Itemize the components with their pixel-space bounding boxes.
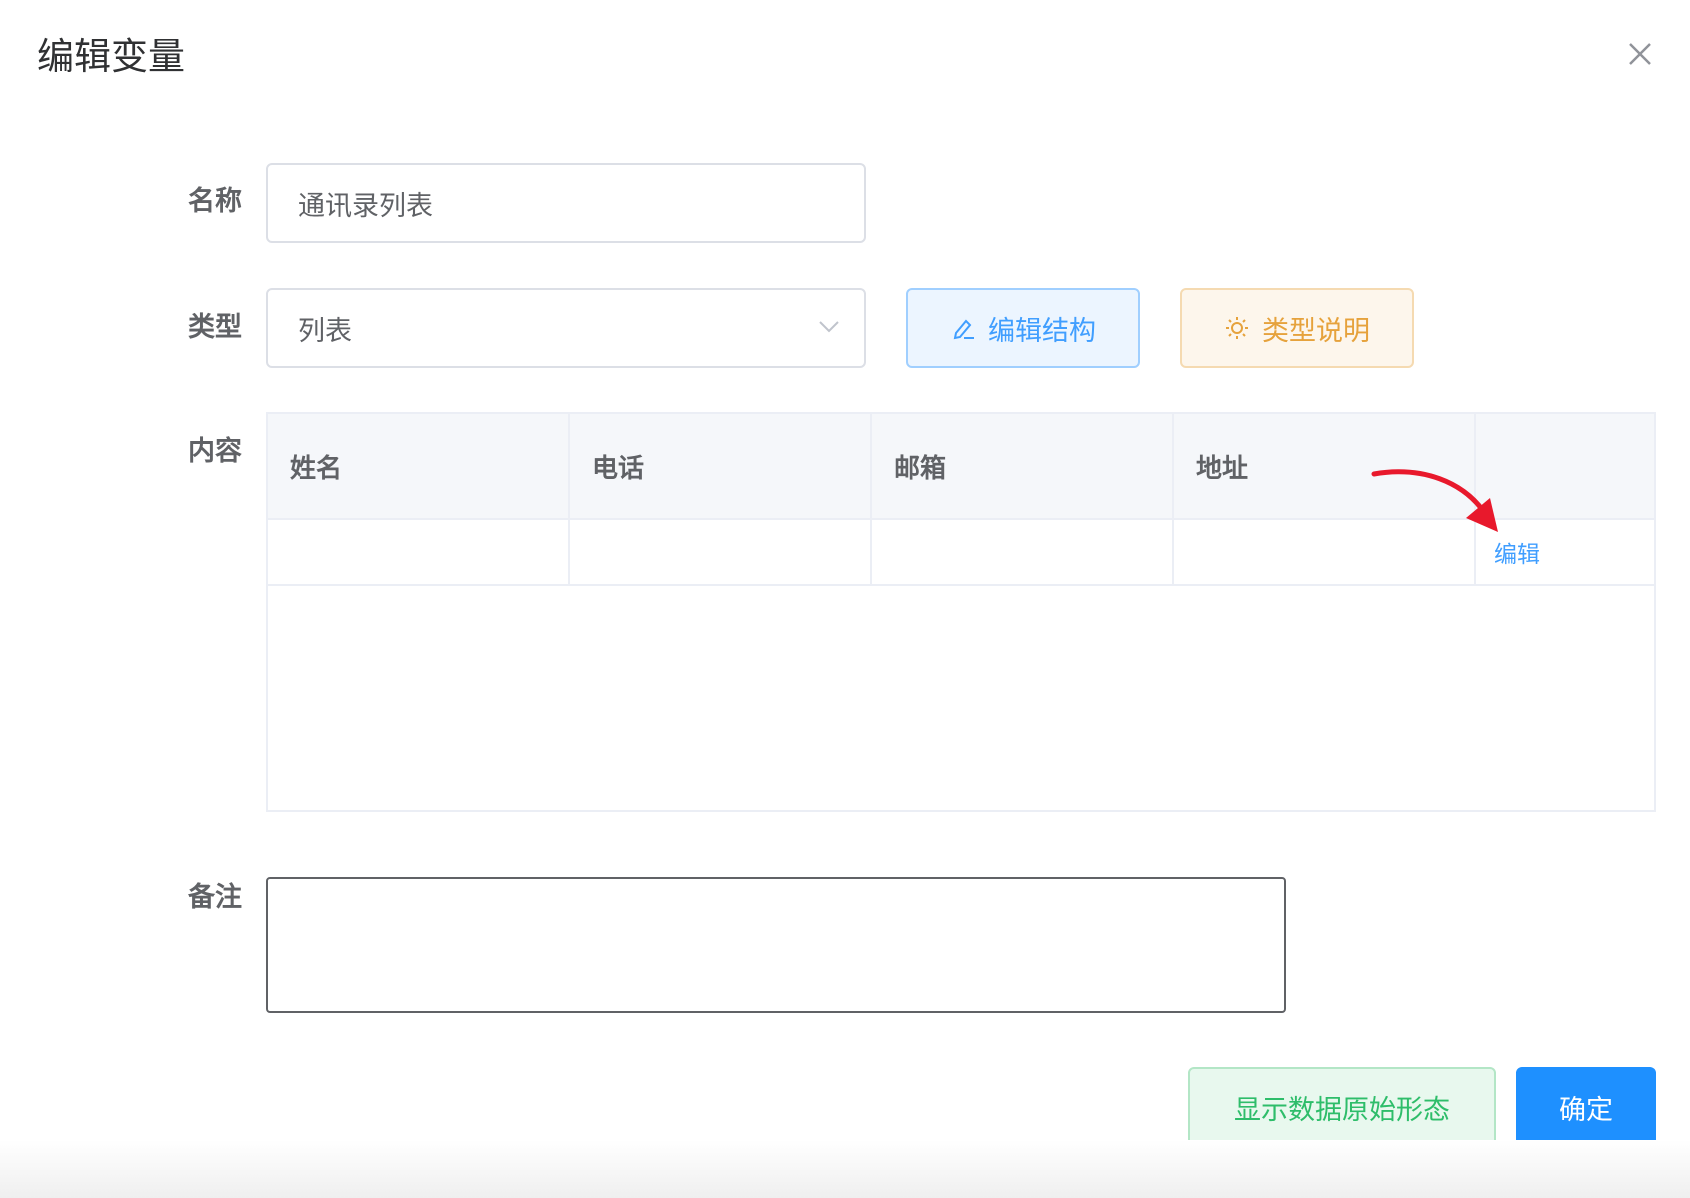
dialog-title: 编辑变量 [37, 35, 185, 78]
table-cell[interactable] [570, 520, 872, 584]
type-help-button[interactable]: 类型说明 [1180, 288, 1414, 368]
column-header-email: 邮箱 [872, 414, 1174, 518]
type-help-label: 类型说明 [1262, 315, 1370, 347]
column-header-name: 姓名 [268, 414, 570, 518]
name-label: 名称 [188, 186, 242, 217]
table-header: 姓名 电话 邮箱 地址 [268, 414, 1654, 520]
pencil-icon [953, 319, 974, 340]
chevron-down-icon [819, 321, 839, 333]
type-label: 类型 [188, 312, 242, 343]
type-select-value: 列表 [298, 315, 352, 347]
sun-icon [1226, 317, 1248, 339]
show-raw-data-label: 显示数据原始形态 [1234, 1094, 1450, 1126]
table-cell[interactable] [872, 520, 1174, 584]
content-label: 内容 [188, 436, 242, 467]
content-table: 姓名 电话 邮箱 地址 [266, 412, 1656, 812]
table-row [268, 520, 1654, 586]
column-header-address: 地址 [1174, 414, 1476, 518]
name-input[interactable]: 通讯录列表 [266, 163, 866, 243]
confirm-button[interactable]: 确定 [1516, 1067, 1656, 1147]
name-input-value: 通讯录列表 [298, 190, 433, 222]
table-cell[interactable] [1174, 520, 1476, 584]
confirm-label: 确定 [1559, 1094, 1613, 1126]
close-icon[interactable] [1622, 36, 1658, 72]
show-raw-data-button[interactable]: 显示数据原始形态 [1188, 1067, 1496, 1147]
edit-structure-label: 编辑结构 [988, 315, 1096, 347]
column-header-action [1476, 414, 1654, 518]
column-header-phone: 电话 [570, 414, 872, 518]
type-select[interactable]: 列表 [266, 288, 866, 368]
bottom-shadow [0, 1140, 1690, 1198]
edit-variable-dialog: 编辑变量 名称 通讯录列表 类型 列表 编辑结构 类型说明 内容 姓名 电话 邮… [0, 0, 1690, 1198]
table-cell[interactable] [268, 520, 570, 584]
edit-structure-button[interactable]: 编辑结构 [906, 288, 1140, 368]
remark-textarea[interactable] [266, 877, 1286, 1013]
row-edit-link[interactable]: 编辑 [1494, 535, 1540, 569]
remark-label: 备注 [188, 882, 242, 913]
